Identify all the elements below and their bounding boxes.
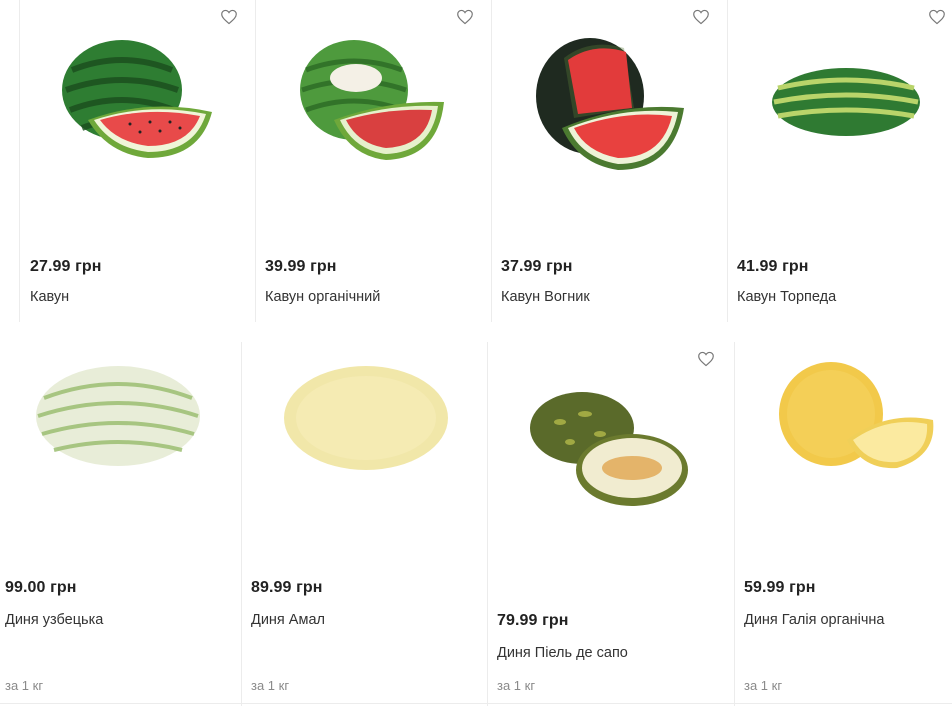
product-name[interactable]: Кавун органічний [265, 289, 380, 305]
product-name[interactable]: Кавун [30, 289, 69, 305]
product-image[interactable] [777, 360, 937, 476]
product-price: 79.99 грн [497, 612, 569, 629]
product-card[interactable]: 79.99 грн Диня Піель де сапо за 1 кг [488, 342, 734, 703]
product-name[interactable]: Диня Амал [251, 612, 325, 628]
price-unit: за 1 кг [5, 678, 44, 693]
product-price: 89.99 грн [251, 579, 323, 596]
product-card[interactable]: 59.99 грн Диня Галія органічна за 1 кг [735, 342, 952, 703]
product-name[interactable]: Кавун Вогник [501, 289, 590, 305]
product-card[interactable]: 99.00 грн Диня узбецька за 1 кг [0, 342, 241, 703]
product-image[interactable] [534, 38, 689, 173]
product-image[interactable] [770, 66, 922, 138]
product-image[interactable] [282, 364, 452, 472]
product-card[interactable]: 27.99 грн Кавун [20, 0, 255, 322]
product-name[interactable]: Диня узбецька [5, 612, 103, 628]
product-price: 99.00 грн [5, 579, 77, 596]
product-card[interactable]: 89.99 грн Диня Амал за 1 кг [242, 342, 487, 703]
product-card[interactable]: 41.99 грн Кавун Торпеда [728, 0, 952, 322]
product-price: 41.99 грн [737, 258, 809, 275]
price-unit: за 1 кг [251, 678, 290, 693]
row-divider [0, 703, 952, 704]
product-price: 37.99 грн [501, 258, 573, 275]
heart-outline-icon[interactable] [697, 351, 715, 367]
product-name[interactable]: Кавун Торпеда [737, 289, 836, 305]
product-name[interactable]: Диня Галія органічна [744, 612, 885, 628]
product-card[interactable]: 37.99 грн Кавун Вогник [492, 0, 727, 322]
price-unit: за 1 кг [744, 678, 783, 693]
heart-outline-icon[interactable] [220, 9, 238, 25]
heart-outline-icon[interactable] [692, 9, 710, 25]
product-image[interactable] [60, 40, 220, 165]
product-price: 39.99 грн [265, 258, 337, 275]
product-image[interactable] [530, 386, 690, 510]
product-price: 27.99 грн [30, 258, 102, 275]
product-image[interactable] [298, 40, 448, 165]
product-card[interactable]: 39.99 грн Кавун органічний [256, 0, 491, 322]
price-unit: за 1 кг [497, 678, 536, 693]
product-name[interactable]: Диня Піель де сапо [497, 645, 628, 661]
product-image[interactable] [34, 364, 204, 468]
heart-outline-icon[interactable] [928, 9, 946, 25]
product-price: 59.99 грн [744, 579, 816, 596]
heart-outline-icon[interactable] [456, 9, 474, 25]
